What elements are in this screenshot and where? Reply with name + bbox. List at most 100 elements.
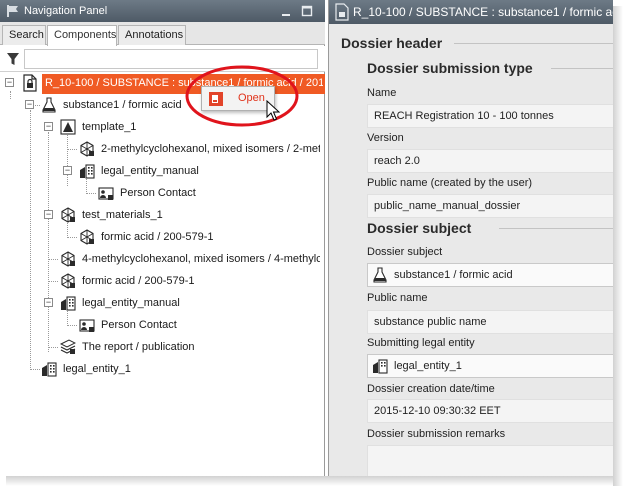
filter-input[interactable] <box>24 49 318 69</box>
creation-date-field: 2015-12-10 09:30:32 EET <box>367 399 613 423</box>
remarks-field[interactable] <box>367 445 613 476</box>
tab-components[interactable]: Components <box>47 25 117 46</box>
collapse-toggle[interactable]: − <box>44 298 53 307</box>
creation-date-value: 2015-12-10 09:30:32 EET <box>374 405 501 417</box>
remarks-label: Dossier submission remarks <box>367 428 506 440</box>
reference-substance-icon <box>80 229 94 245</box>
collapse-toggle[interactable]: − <box>44 122 53 131</box>
submitting-entity-field[interactable]: legal_entity_1 <box>367 354 613 378</box>
section-divider <box>551 68 613 69</box>
maximize-icon[interactable] <box>300 4 314 18</box>
name-field[interactable]: REACH Registration 10 - 100 tonnes <box>367 104 613 128</box>
window-shadow <box>613 6 623 486</box>
tree-item-label: legal_entity_1 <box>63 363 131 375</box>
legal-entity-icon <box>373 359 388 374</box>
tree-item-label: template_1 <box>82 121 137 133</box>
tree-item-label: 2-methylcyclohexanol, mixed isomers / 2-… <box>101 143 320 155</box>
dossier-subject-label: Dossier subject <box>367 246 443 258</box>
template-icon <box>60 119 76 135</box>
tree-item-label: substance1 / formic acid <box>63 99 182 111</box>
navigation-panel-titlebar: Navigation Panel <box>0 0 325 22</box>
reference-substance-icon <box>61 273 75 289</box>
collapse-toggle[interactable]: − <box>5 78 14 87</box>
version-value: reach 2.0 <box>374 155 420 167</box>
substance-icon <box>42 97 56 113</box>
dossier-subject-value: substance1 / formic acid <box>394 269 513 281</box>
creation-date-label: Dossier creation date/time <box>367 383 495 395</box>
legal-entity-icon <box>42 362 57 377</box>
tree-item-reference-substance[interactable]: formic acid / 200-579-1 <box>0 270 220 292</box>
contact-icon <box>79 319 95 332</box>
dossier-subject-field[interactable]: substance1 / formic acid <box>367 263 613 287</box>
editor-titlebar: R_10-100 / SUBSTANCE : substance1 / form… <box>329 0 613 24</box>
tree-item-person-contact[interactable]: Person Contact <box>0 182 230 204</box>
tab-search[interactable]: Search <box>2 25 46 45</box>
section-divider <box>499 228 613 229</box>
submitting-entity-label: Submitting legal entity <box>367 337 475 349</box>
tree-item-reference-substance[interactable]: formic acid / 200-579-1 <box>0 226 240 248</box>
tree-item-legal-entity[interactable]: − legal_entity_manual <box>0 160 230 182</box>
collapse-toggle[interactable]: − <box>63 166 72 175</box>
tree-item-legal-entity[interactable]: legal_entity_1 <box>0 358 200 380</box>
open-dossier-icon <box>209 92 223 106</box>
tree-item-label: R_10-100 / SUBSTANCE : substance1 / form… <box>45 77 323 89</box>
dossier-header-heading: Dossier header <box>341 35 443 51</box>
substance-icon <box>373 267 387 283</box>
open-button[interactable]: Open <box>238 92 265 104</box>
tree-item-legal-entity[interactable]: − legal_entity_manual <box>0 292 220 314</box>
tree-item-template[interactable]: − template_1 <box>0 116 180 138</box>
dossier-icon <box>23 74 37 92</box>
submitting-entity-value: legal_entity_1 <box>394 360 462 372</box>
tree-item-report[interactable]: The report / publication <box>0 336 220 358</box>
legal-entity-icon <box>61 296 76 311</box>
tree-item-label: formic acid / 200-579-1 <box>82 275 195 287</box>
dossier-subject-heading: Dossier subject <box>367 220 472 236</box>
test-material-icon <box>61 207 75 223</box>
navigation-panel-icon <box>7 5 18 17</box>
tree-item-label: formic acid / 200-579-1 <box>101 231 214 243</box>
reference-substance-icon <box>80 141 94 157</box>
tree-item-label: legal_entity_manual <box>82 297 180 309</box>
tree-item-reference-substance[interactable]: 4-methylcyclohexanol, mixed isomers / 4-… <box>0 248 325 270</box>
filter-icon[interactable] <box>6 51 20 67</box>
tree-item-label: Person Contact <box>120 187 196 199</box>
legal-entity-icon <box>80 164 95 179</box>
submission-type-heading: Dossier submission type <box>367 60 533 76</box>
tree-item-label: legal_entity_manual <box>101 165 199 177</box>
dossier-icon <box>335 3 349 21</box>
name-label: Name <box>367 87 397 99</box>
section-divider <box>454 43 613 44</box>
public-name-value: substance public name <box>374 316 487 328</box>
tree-item-reference-substance[interactable]: 2-methylcyclohexanol, mixed isomers / 2-… <box>0 138 325 160</box>
public-name-user-field[interactable]: public_name_manual_dossier <box>367 194 613 218</box>
tree-item-test-materials[interactable]: − test_materials_1 <box>0 204 200 226</box>
contact-icon <box>98 187 114 200</box>
report-icon <box>60 339 76 354</box>
window-shadow <box>6 476 613 486</box>
tree-item-dossier[interactable]: − R_10-100 / SUBSTANCE : substance1 / fo… <box>0 72 325 94</box>
editor-title: R_10-100 / SUBSTANCE : substance1 / form… <box>353 5 613 19</box>
tree-item-label: test_materials_1 <box>82 209 163 221</box>
context-menu-open[interactable]: Open <box>201 86 275 111</box>
tab-annotations[interactable]: Annotations <box>118 25 186 45</box>
collapse-toggle[interactable]: − <box>25 100 34 109</box>
tree-item-label: 4-methylcyclohexanol, mixed isomers / 4-… <box>82 253 320 265</box>
name-value: REACH Registration 10 - 100 tonnes <box>374 110 554 122</box>
collapse-toggle[interactable]: − <box>44 210 53 219</box>
minimize-icon[interactable] <box>279 4 293 18</box>
public-name-field[interactable]: substance public name <box>367 310 613 334</box>
tree-item-substance[interactable]: − substance1 / formic acid <box>0 94 200 116</box>
version-field[interactable]: reach 2.0 <box>367 149 613 173</box>
tree-item-person-contact[interactable]: Person Contact <box>0 314 220 336</box>
dossier-editor-panel: R_10-100 / SUBSTANCE : substance1 / form… <box>328 0 613 476</box>
navigation-panel-title: Navigation Panel <box>24 5 108 17</box>
components-tree: − R_10-100 / SUBSTANCE : substance1 / fo… <box>0 72 325 476</box>
tree-item-label: Person Contact <box>101 319 177 331</box>
public-name-user-value: public_name_manual_dossier <box>374 200 521 212</box>
filter-bar <box>0 46 325 72</box>
navigation-panel: Navigation Panel Search Components Annot… <box>0 0 325 476</box>
public-name-user-label: Public name (created by the user) <box>367 177 533 189</box>
navigation-tabs: Search Components Annotations <box>0 22 325 46</box>
public-name-label: Public name <box>367 292 428 304</box>
version-label: Version <box>367 132 404 144</box>
